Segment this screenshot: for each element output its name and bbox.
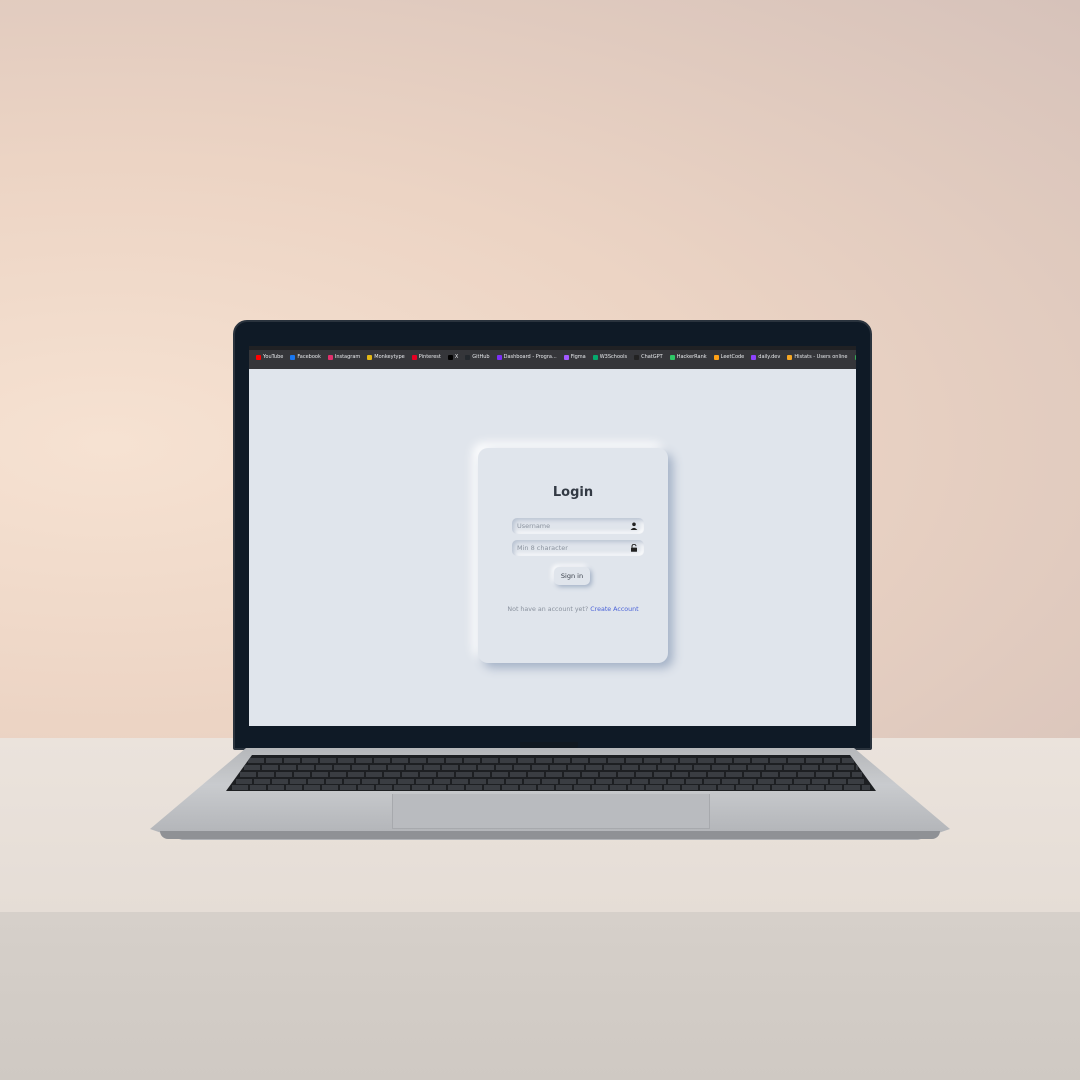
bookmark-label: Pinterest: [418, 354, 441, 360]
username-field[interactable]: Username: [512, 518, 644, 534]
bookmark-item[interactable]: W3Schools: [592, 354, 628, 360]
favicon-icon: [634, 354, 640, 360]
favicon-icon: [327, 354, 333, 360]
laptop-screen: YouTube Facebook Instagram Monkeytype Pinter…: [249, 346, 856, 726]
favicon-icon: [496, 354, 502, 360]
user-icon: [630, 522, 638, 530]
bookmark-label: Histats - Users online: [794, 354, 848, 360]
bookmark-label: GitHub: [472, 354, 490, 360]
bookmark-item[interactable]: Monkeytype: [367, 354, 405, 360]
bookmark-label: Instagram: [334, 354, 361, 360]
bookmark-item[interactable]: GitHub: [465, 354, 490, 360]
favicon-icon: [411, 354, 417, 360]
login-card: Login Username Min 8 character Sign in N…: [478, 448, 668, 663]
bookmark-item[interactable]: Facebook: [290, 354, 321, 360]
bookmark-label: YouTube: [263, 354, 284, 360]
desk-front: [0, 912, 1080, 1080]
bookmark-item[interactable]: Dashboard - Progra...: [496, 354, 557, 360]
bookmark-item[interactable]: Pinterest: [411, 354, 441, 360]
username-placeholder: Username: [517, 522, 551, 530]
favicon-icon: [854, 354, 856, 360]
bookmark-item[interactable]: daily.dev: [751, 354, 780, 360]
favicon-icon: [669, 354, 675, 360]
bookmark-item[interactable]: ChatGPT: [634, 354, 663, 360]
favicon-icon: [447, 354, 453, 360]
favicon-icon: [563, 354, 569, 360]
favicon-icon: [465, 354, 471, 360]
bookmark-label: Facebook: [297, 354, 321, 360]
bookmark-label: LeetCode: [720, 354, 745, 360]
favicon-icon: [592, 354, 598, 360]
bookmark-label: daily.dev: [758, 354, 781, 360]
bookmark-label: X: [454, 354, 459, 360]
bookmark-label: HackerRank: [676, 354, 707, 360]
login-title: Login: [552, 485, 594, 500]
bookmark-item[interactable]: X: [447, 354, 459, 360]
lock-open-icon: [631, 544, 637, 552]
create-account-prompt: Not have an account yet? Create Account: [498, 605, 648, 615]
footer-text: Not have an account yet?: [507, 606, 589, 613]
favicon-icon: [787, 354, 793, 360]
favicon-icon: [751, 354, 757, 360]
favicon-icon: [713, 354, 719, 360]
sign-in-button[interactable]: Sign in: [554, 567, 590, 585]
bookmark-list: YouTube Facebook Instagram Monkeytype Pinter…: [256, 354, 856, 360]
bookmark-item[interactable]: Figma: [563, 354, 586, 360]
bookmark-label: Monkeytype: [374, 354, 405, 360]
bookmark-label: Figma: [570, 354, 586, 360]
bookmark-label: ChatGPT: [641, 354, 663, 360]
create-account-link[interactable]: Create Account: [590, 606, 638, 613]
bookmark-item[interactable]: Instagram: [327, 354, 361, 360]
password-placeholder: Min 8 character: [517, 544, 568, 552]
password-field[interactable]: Min 8 character: [512, 540, 644, 556]
bookmark-label: Dashboard - Progra...: [503, 354, 557, 360]
favicon-icon: [367, 354, 373, 360]
bookmark-item[interactable]: HackerRank: [669, 354, 707, 360]
favicon-icon: [256, 354, 261, 360]
bookmark-item[interactable]: YouTube: [256, 354, 283, 360]
bookmark-label: W3Schools: [599, 354, 628, 360]
bookmarks-bar: YouTube Facebook Instagram Monkeytype Pinter…: [249, 346, 856, 369]
bookmark-item[interactable]: Fi: [854, 354, 856, 360]
tab-strip: [249, 346, 856, 350]
favicon-icon: [290, 354, 296, 360]
laptop-base-edge: [160, 831, 940, 839]
bookmark-item[interactable]: Histats - Users online: [787, 354, 848, 360]
trackpad: [392, 794, 710, 829]
keyboard: [226, 755, 876, 791]
bookmark-item[interactable]: LeetCode: [713, 354, 745, 360]
